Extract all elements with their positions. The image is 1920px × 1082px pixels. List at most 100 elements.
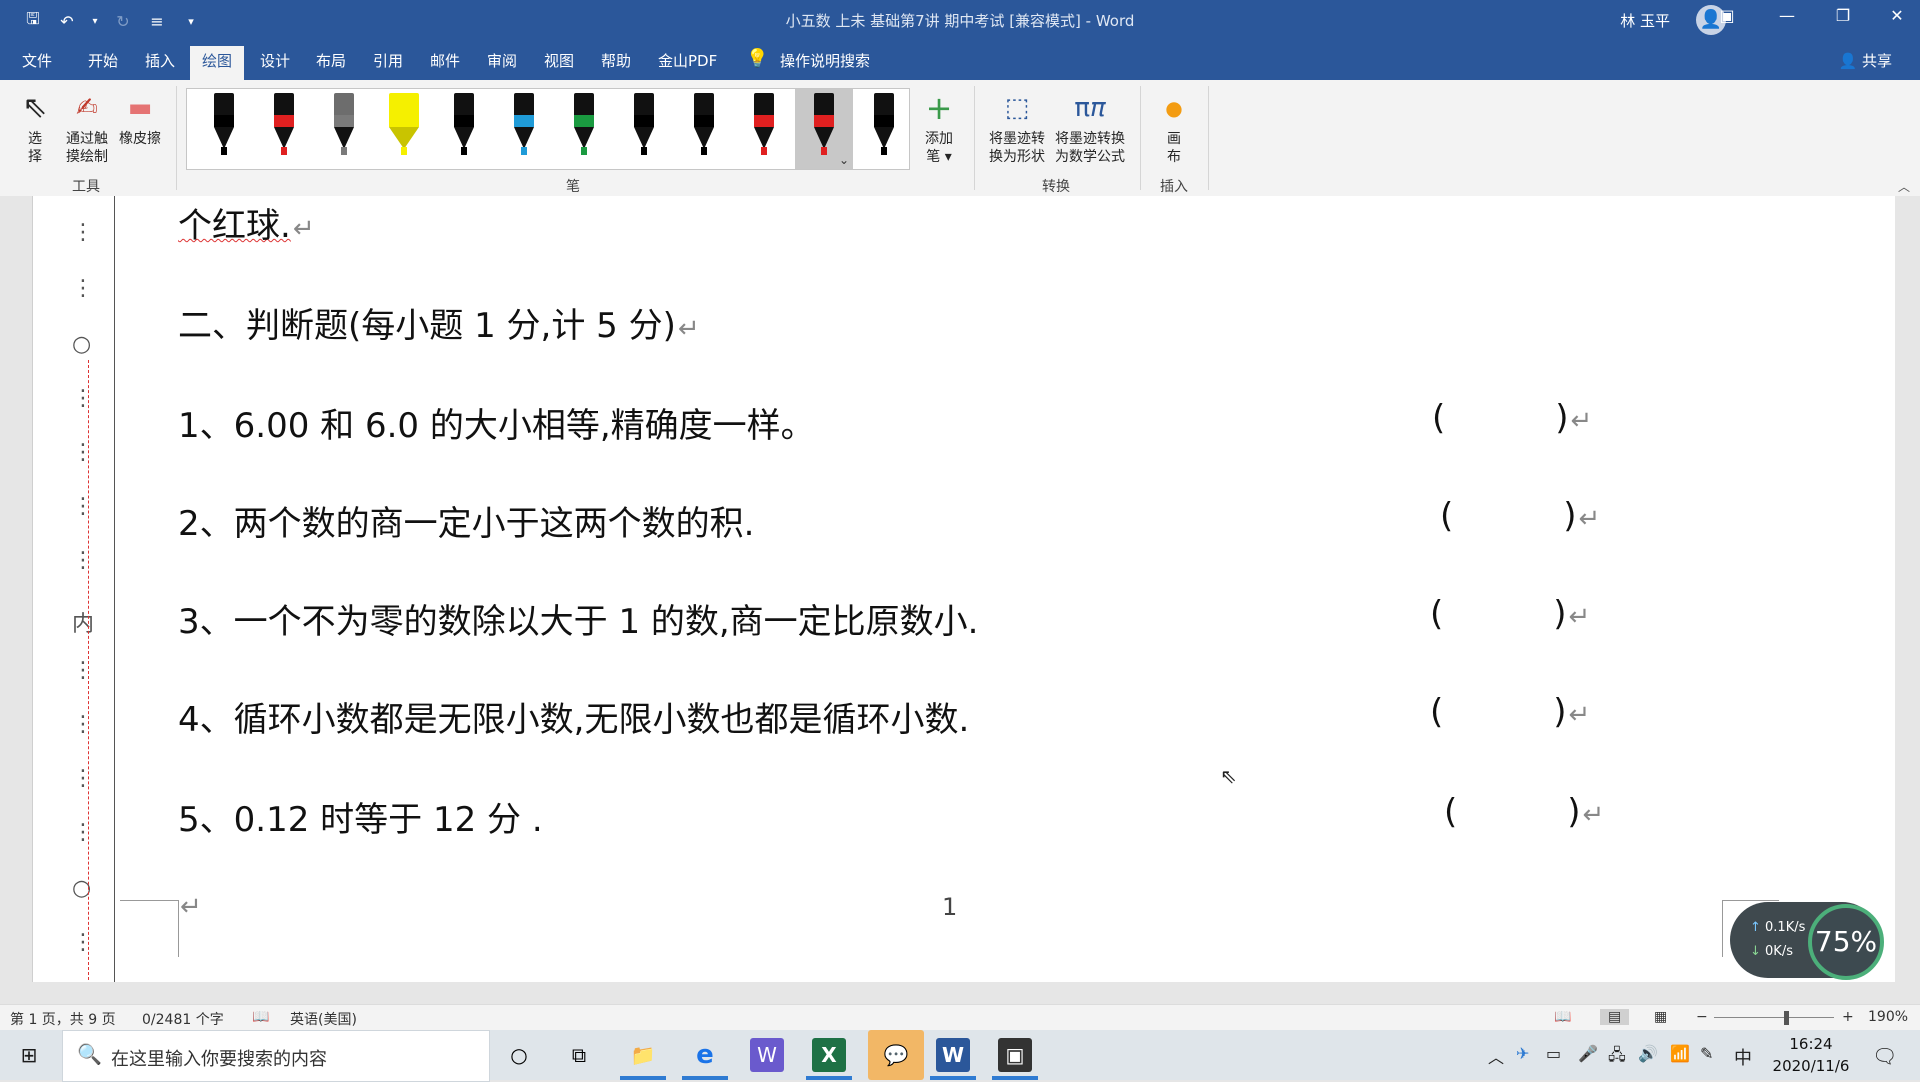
tab-home[interactable]: 开始: [88, 50, 118, 71]
doc-line-4[interactable]: 3、一个不为零的数除以大于 1 的数,商一定比原数小.: [178, 594, 979, 643]
tab-kingsoft-pdf[interactable]: 金山PDF: [658, 50, 717, 71]
doc-text: 2、两个数的商一定小于这两个数的积.: [178, 504, 755, 544]
binding-dots: ⋮: [72, 712, 94, 737]
add-pen-button[interactable]: + 添加笔 ▾: [920, 88, 958, 166]
cortana-icon[interactable]: ○: [502, 1038, 536, 1072]
pen-4[interactable]: [375, 89, 433, 169]
read-mode-icon[interactable]: 📖: [1554, 1009, 1571, 1025]
touch-draw-button[interactable]: ✍ 通过触 摸绘制: [62, 88, 112, 166]
task-view-icon[interactable]: ⧉: [562, 1038, 596, 1072]
pen-dropdown-icon[interactable]: ⌄: [839, 153, 849, 167]
notification-icon[interactable]: 🗨: [1872, 1044, 1897, 1068]
language[interactable]: 英语(美国): [290, 1009, 357, 1029]
excel-icon[interactable]: X: [812, 1038, 846, 1072]
canvas-button[interactable]: ● 画布: [1160, 88, 1188, 166]
tell-me-search[interactable]: 操作说明搜索: [780, 50, 870, 71]
pen-2[interactable]: [255, 89, 313, 169]
tab-draw[interactable]: 绘图: [190, 46, 245, 84]
clock-time[interactable]: 16:24: [1770, 1035, 1852, 1053]
tab-design[interactable]: 设计: [260, 50, 290, 71]
doc-line-3[interactable]: 2、两个数的商一定小于这两个数的积.: [178, 496, 754, 545]
tab-view[interactable]: 视图: [544, 50, 574, 71]
pen-3[interactable]: [315, 89, 373, 169]
binding-dots: ⋮: [72, 930, 94, 955]
tray-chevron-icon[interactable]: ︿: [1488, 1044, 1504, 1068]
web-layout-icon[interactable]: ▦: [1654, 1009, 1667, 1025]
tab-review[interactable]: 审阅: [487, 50, 517, 71]
answer-blank-3[interactable]: ()↵: [1430, 594, 1590, 634]
screen-recorder-icon[interactable]: ▣: [998, 1038, 1032, 1072]
pen-nib: [521, 147, 527, 155]
doc-line-2[interactable]: 1、6.00 和 6.0 的大小相等,精确度一样。: [178, 398, 815, 447]
taskbar-search[interactable]: 🔍 在这里输入你要搜索的内容: [62, 1030, 490, 1082]
wps-icon[interactable]: W: [750, 1038, 784, 1072]
tab-references[interactable]: 引用: [373, 50, 403, 71]
battery-icon[interactable]: ▭: [1546, 1044, 1561, 1063]
pen-band: [754, 115, 774, 127]
memory-gauge[interactable]: 75%: [1808, 904, 1884, 980]
tab-file[interactable]: 文件: [22, 50, 52, 71]
touch-draw-label: 通过触 摸绘制: [66, 131, 108, 165]
answer-blank-5[interactable]: ()↵: [1444, 792, 1604, 832]
pen-8[interactable]: [615, 89, 673, 169]
restore-icon[interactable]: ❐: [1820, 6, 1866, 25]
zoom-slider-thumb[interactable]: [1784, 1011, 1789, 1025]
wifi-icon[interactable]: 📶: [1670, 1044, 1690, 1063]
network-icon[interactable]: 🖧: [1608, 1044, 1626, 1071]
pen-10[interactable]: [735, 89, 793, 169]
tab-mailings[interactable]: 邮件: [430, 50, 460, 71]
collapse-ribbon-icon[interactable]: ︿: [1898, 178, 1910, 195]
canvas-dot-icon: ●: [1165, 96, 1183, 120]
doc-line-1[interactable]: 二、判断题(每小题 1 分,计 5 分)↵: [178, 298, 700, 347]
ink-to-math-button[interactable]: ππ 将墨迹转换 为数学公式: [1050, 88, 1130, 166]
word-icon[interactable]: W: [936, 1038, 970, 1072]
pen-12[interactable]: [855, 89, 913, 169]
doc-line-5[interactable]: 4、循环小数都是无限小数,无限小数也都是循环小数.: [178, 692, 969, 741]
pen-11[interactable]: ⌄: [795, 89, 853, 169]
answer-blank-1[interactable]: ()↵: [1432, 398, 1592, 438]
answer-blank-4[interactable]: ()↵: [1430, 692, 1590, 732]
windows-start-icon[interactable]: ⊞: [12, 1038, 46, 1072]
zoom-out-icon[interactable]: −: [1696, 1009, 1708, 1025]
upload-speed: ↑ 0.1K/s: [1750, 920, 1806, 935]
wechat-icon[interactable]: 💬: [868, 1030, 924, 1080]
clock-date[interactable]: 2020/11/6: [1770, 1057, 1852, 1075]
word-count[interactable]: 0/2481 个字: [142, 1009, 224, 1029]
answer-blank-2[interactable]: ()↵: [1440, 496, 1600, 536]
ribbon-display-options-icon[interactable]: ▣: [1704, 6, 1750, 25]
ink-to-shape-button[interactable]: ⬚ 将墨迹转 换为形状: [984, 88, 1050, 166]
print-layout-icon[interactable]: ▤: [1600, 1009, 1630, 1025]
zoom-level[interactable]: 190%: [1868, 1009, 1908, 1025]
pen-9[interactable]: [675, 89, 733, 169]
doc-line-6[interactable]: 5、0.12 时等于 12 分 .: [178, 792, 543, 841]
ime-indicator[interactable]: 中: [1734, 1044, 1752, 1070]
proofing-icon[interactable]: 📖: [252, 1009, 269, 1025]
microphone-icon[interactable]: 🎤: [1578, 1044, 1598, 1063]
pen-tray-icon[interactable]: ✎: [1700, 1044, 1713, 1063]
tab-help[interactable]: 帮助: [601, 50, 631, 71]
page-count[interactable]: 第 1 页，共 9 页: [10, 1009, 116, 1029]
edge-icon[interactable]: e: [688, 1038, 722, 1072]
pen-5[interactable]: [435, 89, 493, 169]
close-icon[interactable]: ✕: [1874, 6, 1920, 25]
select-button[interactable]: ⇖ 选择: [20, 88, 50, 166]
minimize-icon[interactable]: —: [1764, 6, 1810, 25]
eraser-button[interactable]: ▬ 橡皮擦: [116, 88, 164, 148]
user-name[interactable]: 林 玉平: [1620, 10, 1670, 31]
file-explorer-icon[interactable]: 📁: [626, 1038, 660, 1072]
tab-layout[interactable]: 布局: [316, 50, 346, 71]
doc-line-0[interactable]: 个红球.↵: [178, 198, 315, 247]
pen-nib: [881, 147, 887, 155]
volume-icon[interactable]: 🔊: [1638, 1044, 1658, 1063]
zoom-in-icon[interactable]: +: [1842, 1009, 1854, 1025]
share-button[interactable]: 👤 共享: [1839, 50, 1892, 71]
zoom-slider[interactable]: [1714, 1017, 1834, 1018]
tab-insert[interactable]: 插入: [145, 50, 175, 71]
running-indicator: [930, 1076, 976, 1080]
group-convert-label: 转换: [1042, 179, 1070, 195]
paragraph-mark: ↵: [1570, 406, 1593, 436]
pen-1[interactable]: [195, 89, 253, 169]
pen-6[interactable]: [495, 89, 553, 169]
pen-7[interactable]: [555, 89, 613, 169]
tray-app-icon[interactable]: ✈: [1516, 1044, 1529, 1063]
